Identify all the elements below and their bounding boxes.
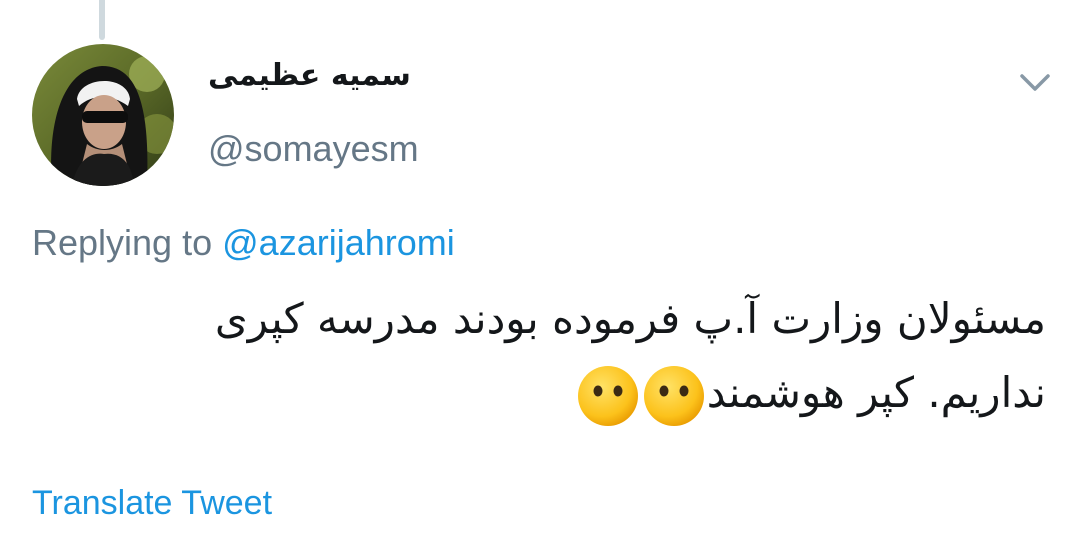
replying-to-line: Replying to @azarijahromi	[32, 222, 455, 264]
reply-mention-link[interactable]: @azarijahromi	[222, 222, 455, 263]
author-display-name[interactable]: سمیه عظیمی	[208, 58, 411, 93]
avatar[interactable]	[32, 44, 174, 186]
face-without-mouth-emoji-icon	[576, 364, 640, 428]
replying-to-label: Replying to	[32, 222, 213, 263]
chevron-down-icon[interactable]	[1018, 70, 1052, 96]
tweet-text-line-2-words: نداریم. کپر هوشمند	[706, 368, 1046, 417]
tweet-body: مسئولان وزارت آ.پ فرموده بودند مدرسه کپر…	[36, 282, 1046, 430]
translate-tweet-link[interactable]: Translate Tweet	[32, 484, 272, 523]
thread-connector-line	[99, 0, 105, 40]
tweet-text-line-1: مسئولان وزارت آ.پ فرموده بودند مدرسه کپر…	[214, 294, 1046, 343]
tweet-card: سمیه عظیمی @somayesm Replying to @azarij…	[0, 0, 1080, 552]
face-without-mouth-emoji-icon	[642, 364, 706, 428]
tweet-text-line-2: نداریم. کپر هوشمند	[36, 356, 1046, 430]
author-handle[interactable]: @somayesm	[208, 128, 419, 170]
user-avatar-photo-icon	[32, 44, 174, 186]
